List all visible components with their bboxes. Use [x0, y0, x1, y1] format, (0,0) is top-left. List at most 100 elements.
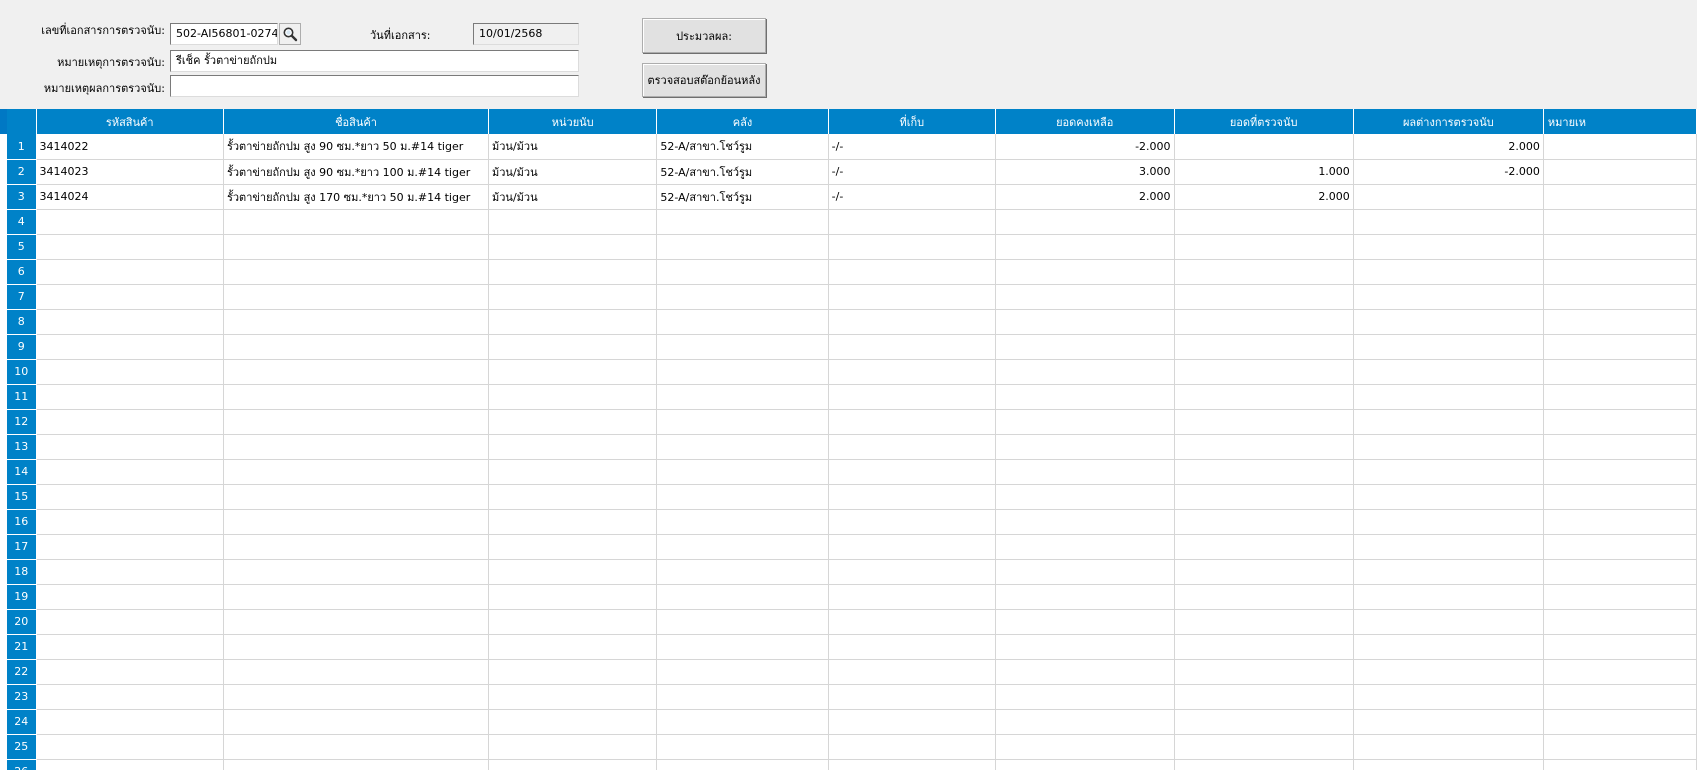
col-header-location[interactable]: ที่เก็บ — [828, 109, 996, 134]
cell-unit[interactable] — [488, 409, 658, 435]
cell-warehouse[interactable] — [656, 459, 829, 485]
cell-counted[interactable] — [1174, 409, 1354, 435]
cell-balance[interactable] — [995, 734, 1175, 760]
cell-unit[interactable]: ม้วน/ม้วน — [488, 134, 658, 160]
cell-warehouse[interactable]: 52-A/สาขา.โชว์รูม — [656, 184, 829, 210]
cell-warehouse[interactable] — [656, 359, 829, 385]
cell-location[interactable] — [828, 609, 996, 635]
table-row[interactable]: 23 — [7, 684, 1697, 710]
cell-difference[interactable] — [1353, 559, 1544, 585]
cell-product-name[interactable] — [223, 384, 490, 410]
cell-remark[interactable] — [1543, 409, 1697, 435]
col-header-product-name[interactable]: ชื่อสินค้า — [223, 109, 490, 134]
cell-balance[interactable] — [995, 484, 1175, 510]
cell-location[interactable] — [828, 534, 996, 560]
cell-product-code[interactable] — [36, 309, 224, 335]
cell-counted[interactable] — [1174, 234, 1354, 260]
table-row[interactable]: 9 — [7, 334, 1697, 360]
cell-location[interactable] — [828, 709, 996, 735]
cell-warehouse[interactable] — [656, 609, 829, 635]
cell-difference[interactable] — [1353, 534, 1544, 560]
cell-counted[interactable] — [1174, 709, 1354, 735]
table-row[interactable]: 25 — [7, 734, 1697, 760]
cell-unit[interactable] — [488, 509, 658, 535]
cell-location[interactable] — [828, 259, 996, 285]
cell-product-name[interactable] — [223, 259, 490, 285]
cell-location[interactable] — [828, 684, 996, 710]
table-row[interactable]: 8 — [7, 309, 1697, 335]
row-number[interactable]: 5 — [7, 234, 37, 260]
cell-location[interactable] — [828, 309, 996, 335]
cell-location[interactable]: -/- — [828, 159, 996, 185]
cell-remark[interactable] — [1543, 134, 1697, 160]
cell-remark[interactable] — [1543, 559, 1697, 585]
cell-location[interactable] — [828, 384, 996, 410]
doc-no-field[interactable]: 502-AI56801-0274 — [170, 23, 278, 45]
cell-product-code[interactable] — [36, 234, 224, 260]
cell-counted[interactable] — [1174, 509, 1354, 535]
cell-product-name[interactable] — [223, 684, 490, 710]
cell-location[interactable] — [828, 559, 996, 585]
cell-balance[interactable] — [995, 709, 1175, 735]
cell-balance[interactable] — [995, 309, 1175, 335]
doc-search-button[interactable] — [279, 23, 301, 45]
cell-difference[interactable] — [1353, 209, 1544, 235]
cell-unit[interactable] — [488, 434, 658, 460]
cell-balance[interactable] — [995, 284, 1175, 310]
row-number[interactable]: 15 — [7, 484, 37, 510]
cell-product-name[interactable] — [223, 534, 490, 560]
cell-balance[interactable] — [995, 634, 1175, 660]
cell-difference[interactable] — [1353, 309, 1544, 335]
cell-product-name[interactable] — [223, 634, 490, 660]
cell-balance[interactable] — [995, 534, 1175, 560]
row-number[interactable]: 22 — [7, 659, 37, 685]
cell-unit[interactable] — [488, 734, 658, 760]
cell-counted[interactable] — [1174, 259, 1354, 285]
cell-difference[interactable] — [1353, 359, 1544, 385]
cell-unit[interactable] — [488, 284, 658, 310]
table-row[interactable]: 5 — [7, 234, 1697, 260]
cell-difference[interactable] — [1353, 284, 1544, 310]
row-number[interactable]: 23 — [7, 684, 37, 710]
cell-product-name[interactable] — [223, 709, 490, 735]
cell-balance[interactable] — [995, 609, 1175, 635]
doc-date-field[interactable]: 10/01/2568 — [473, 23, 579, 45]
cell-product-code[interactable]: 3414023 — [36, 159, 224, 185]
cell-unit[interactable] — [488, 234, 658, 260]
cell-counted[interactable]: 1.000 — [1174, 159, 1354, 185]
cell-product-name[interactable] — [223, 559, 490, 585]
row-number[interactable]: 18 — [7, 559, 37, 585]
table-row[interactable]: 21 — [7, 634, 1697, 660]
row-number[interactable]: 4 — [7, 209, 37, 235]
cell-product-name[interactable] — [223, 459, 490, 485]
cell-product-name[interactable] — [223, 334, 490, 360]
cell-counted[interactable] — [1174, 484, 1354, 510]
cell-balance[interactable] — [995, 759, 1175, 770]
cell-warehouse[interactable] — [656, 759, 829, 770]
cell-location[interactable] — [828, 434, 996, 460]
cell-difference[interactable] — [1353, 259, 1544, 285]
cell-warehouse[interactable] — [656, 409, 829, 435]
cell-balance[interactable] — [995, 434, 1175, 460]
table-row[interactable]: 3 3414024 รั้วตาข่ายถักปม สูง 170 ซม.*ยาว … — [7, 184, 1697, 210]
cell-warehouse[interactable] — [656, 734, 829, 760]
cell-counted[interactable] — [1174, 209, 1354, 235]
cell-location[interactable] — [828, 759, 996, 770]
cell-remark[interactable] — [1543, 734, 1697, 760]
table-row[interactable]: 13 — [7, 434, 1697, 460]
cell-counted[interactable] — [1174, 459, 1354, 485]
cell-product-name[interactable] — [223, 509, 490, 535]
cell-remark[interactable] — [1543, 184, 1697, 210]
cell-balance[interactable] — [995, 234, 1175, 260]
table-row[interactable]: 7 — [7, 284, 1697, 310]
cell-difference[interactable]: 2.000 — [1353, 134, 1544, 160]
cell-unit[interactable] — [488, 209, 658, 235]
process-button[interactable]: ประมวลผล: — [642, 18, 766, 53]
cell-balance[interactable] — [995, 509, 1175, 535]
count-note-field[interactable]: รีเช็ค รั้วตาข่ายถักปม — [170, 50, 579, 72]
cell-warehouse[interactable] — [656, 284, 829, 310]
row-number[interactable]: 13 — [7, 434, 37, 460]
cell-remark[interactable] — [1543, 259, 1697, 285]
cell-counted[interactable] — [1174, 759, 1354, 770]
cell-product-name[interactable]: รั้วตาข่ายถักปม สูง 90 ซม.*ยาว 100 ม.#14… — [223, 159, 490, 185]
